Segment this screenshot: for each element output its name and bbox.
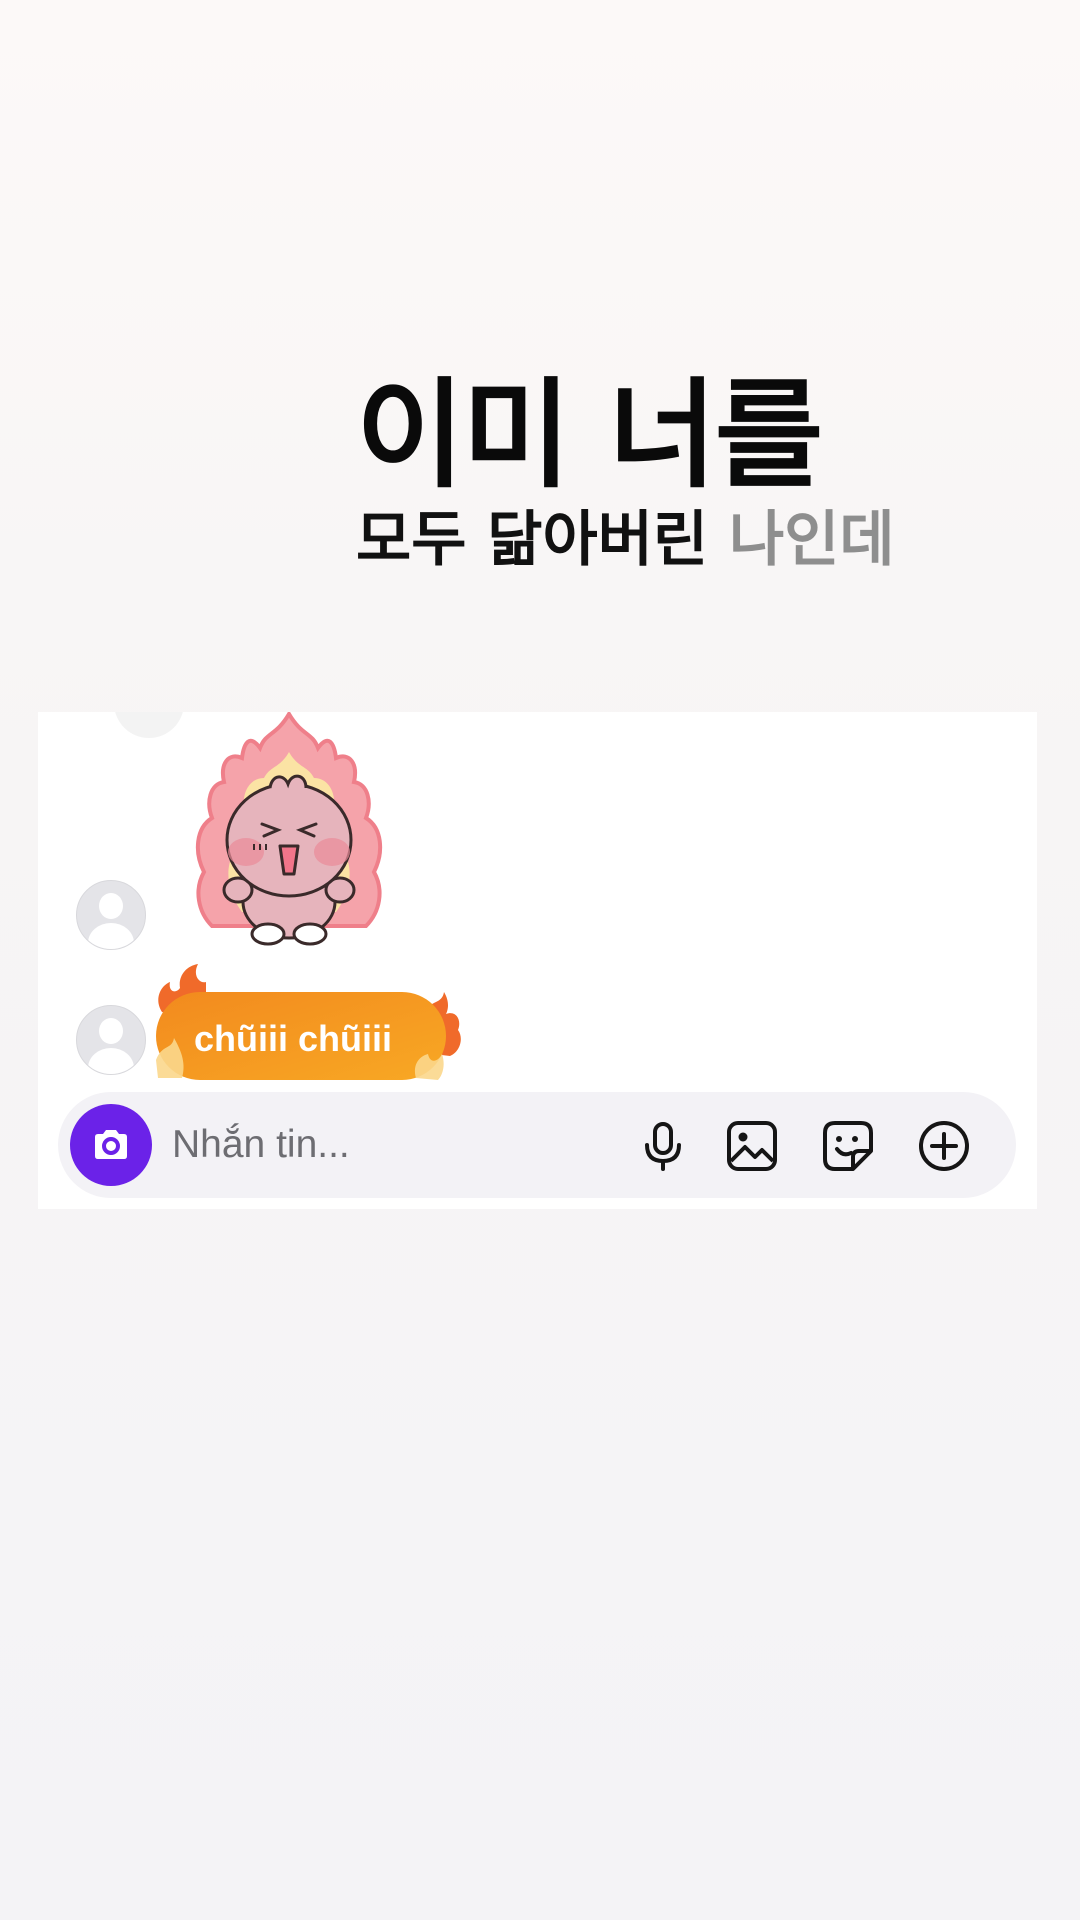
sticker-button[interactable] [821,1119,875,1173]
avatar-head-shape [99,1018,123,1044]
sticker-bunny-left-cheek [228,838,264,866]
sender-avatar[interactable] [76,880,146,950]
lyric-line-2: 모두 닮아버린 나인데 [356,502,895,578]
lyric-line-1: 이미 너를 [356,366,823,504]
lyrics-overlay: 이미 너를 모두 닮아버린 나인데 [356,370,895,578]
plus-circle-icon [919,1121,969,1171]
message-bubble-fire[interactable]: chũiii chũiii [146,952,466,1087]
avatar-shoulders-shape [88,1048,134,1074]
sender-avatar[interactable] [76,1005,146,1075]
partial-avatar [114,712,184,738]
avatar-shoulders-shape [88,923,134,949]
lyric-line-2-main: 모두 닮아버린 [356,505,709,575]
message-input[interactable] [172,1116,592,1174]
microphone-button[interactable] [636,1119,690,1173]
message-text: chũiii chũiii [194,1018,393,1059]
chat-panel: chũiii chũiii [38,712,1037,1209]
sticker-bunny-right-foot [292,922,328,946]
sticker-bunny-mouth [278,844,300,876]
avatar-head-shape [99,893,123,919]
message-composer [58,1092,1016,1198]
camera-button[interactable] [70,1104,152,1186]
angry-bunny-on-fire-sticker[interactable] [184,712,394,947]
sticker-bunny-left-foot [250,922,286,946]
image-button[interactable] [725,1119,779,1173]
lyric-line-2-faded: 나인데 [728,505,895,575]
sticker-bunny-right-cheek [314,838,350,866]
sticker-art [195,712,383,946]
camera-icon [95,1130,127,1159]
microphone-icon [645,1122,681,1171]
more-button[interactable] [917,1119,971,1173]
image-icon [727,1121,777,1171]
sticker-icon [823,1121,873,1171]
